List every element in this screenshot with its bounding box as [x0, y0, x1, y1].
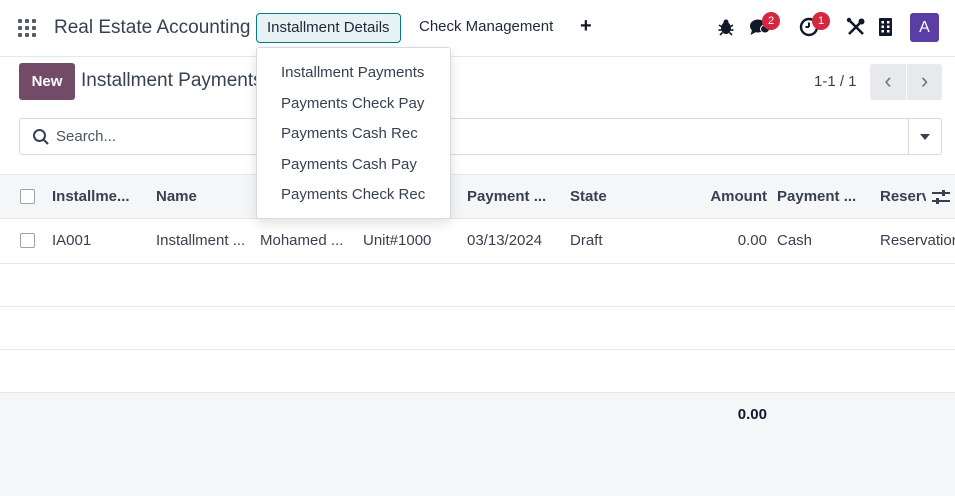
cell-installment: IA001 — [52, 232, 92, 249]
dropdown-item-payments-cash-pay[interactable]: Payments Cash Pay — [257, 150, 450, 181]
apps-grid-icon[interactable] — [18, 19, 36, 37]
cell-name: Installment ... — [156, 232, 246, 249]
building-icon[interactable] — [878, 17, 900, 39]
cell-payment-date: 03/13/2024 — [467, 232, 543, 249]
top-navbar: Real Estate Accounting Installment Detai… — [0, 0, 955, 57]
dropdown-item-installment-payments[interactable]: Installment Payments — [257, 58, 450, 89]
chat-badge: 2 — [762, 12, 780, 30]
row-checkbox[interactable] — [20, 233, 35, 248]
installment-details-dropdown: Installment Payments Payments Check Pay … — [256, 47, 451, 219]
cell-customer: Mohamed ... — [260, 232, 344, 249]
search-bar — [19, 118, 942, 155]
menu-check-management[interactable]: Check Management — [409, 13, 563, 43]
tools-icon[interactable] — [846, 17, 868, 39]
empty-row — [0, 307, 955, 350]
cell-unit: Unit#1000 — [363, 232, 432, 249]
dropdown-item-payments-check-pay[interactable]: Payments Check Pay — [257, 89, 450, 120]
activity-clock-icon[interactable]: 1 — [799, 12, 830, 39]
column-installment[interactable]: Installme... — [52, 188, 152, 205]
select-all-checkbox[interactable] — [20, 189, 35, 204]
bug-icon[interactable] — [716, 17, 738, 39]
column-state[interactable]: State — [570, 188, 666, 205]
menu-installment-details[interactable]: Installment Details — [256, 13, 401, 43]
column-payment-type[interactable]: Payment ... — [777, 188, 873, 205]
pager-value[interactable]: 1-1 / 1 — [814, 73, 857, 90]
table-row[interactable]: IA001 Installment ... Mohamed ... Unit#1… — [0, 219, 955, 264]
chevron-down-icon[interactable] — [908, 119, 941, 154]
user-avatar[interactable]: A — [910, 13, 939, 42]
chat-icon[interactable]: 2 — [749, 12, 780, 39]
column-reservation[interactable]: Reserv — [880, 188, 926, 205]
empty-row — [0, 264, 955, 307]
list-footer: 0.00 — [0, 392, 955, 496]
page-title: Installment Payments — [81, 70, 263, 91]
column-options-icon[interactable] — [931, 188, 951, 206]
cell-payment-type: Cash — [777, 232, 813, 249]
column-payment-date[interactable]: Payment ... — [467, 188, 563, 205]
list-header: Installme... Name Payment ... State Amou… — [0, 174, 955, 219]
column-name[interactable]: Name — [156, 188, 252, 205]
cell-amount: 0.00 — [737, 232, 767, 249]
activity-badge: 1 — [812, 12, 830, 30]
column-amount[interactable]: Amount — [690, 188, 767, 205]
dropdown-item-payments-cash-rec[interactable]: Payments Cash Rec — [257, 119, 450, 150]
cell-reservation: Reservation — [880, 232, 955, 249]
empty-row — [0, 350, 955, 392]
app-brand[interactable]: Real Estate Accounting — [54, 17, 250, 39]
pager-next-button[interactable]: › — [906, 64, 942, 100]
search-icon — [33, 129, 49, 145]
dropdown-item-payments-check-rec[interactable]: Payments Check Rec — [257, 180, 450, 211]
cell-state: Draft — [570, 232, 603, 249]
amount-total: 0.00 — [737, 406, 767, 423]
plus-icon[interactable]: + — [580, 15, 592, 38]
new-button[interactable]: New — [19, 63, 75, 100]
pager-previous-button[interactable]: ‹ — [870, 64, 906, 100]
